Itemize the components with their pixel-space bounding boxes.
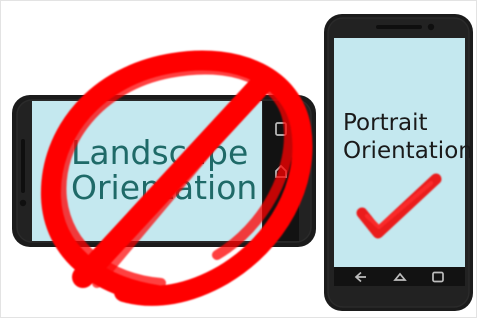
portrait-camera bbox=[427, 23, 435, 31]
landscape-camera bbox=[19, 199, 27, 207]
portrait-label-line1: Portrait bbox=[343, 110, 428, 136]
portrait-label-line2: Orientation bbox=[343, 138, 473, 164]
landscape-speaker bbox=[21, 139, 25, 193]
orientation-illustration: Landscape Orientation Portrait Orientati… bbox=[0, 0, 477, 318]
illustration-canvas: Landscape Orientation Portrait Orientati… bbox=[12, 14, 473, 311]
portrait-speaker bbox=[376, 25, 422, 29]
portrait-phone: Portrait Orientation bbox=[324, 14, 473, 311]
portrait-nav-strip bbox=[334, 267, 465, 286]
